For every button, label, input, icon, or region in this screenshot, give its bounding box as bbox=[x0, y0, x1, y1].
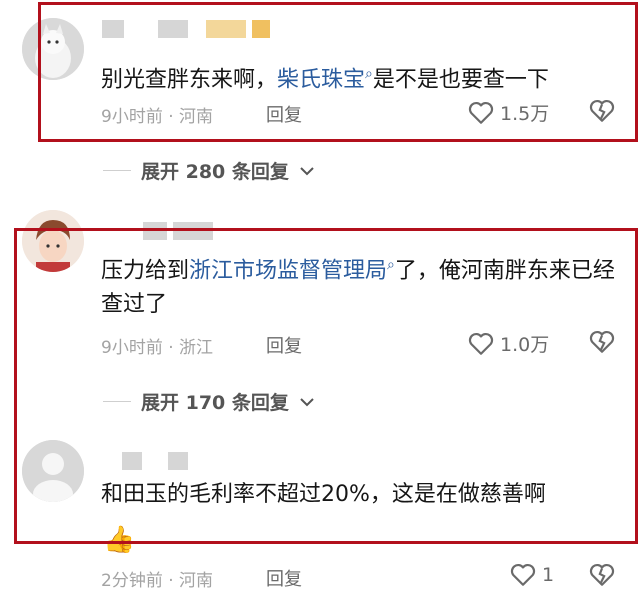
reply-button[interactable]: 回复 bbox=[266, 565, 302, 590]
broken-heart-icon bbox=[589, 563, 615, 586]
timestamp-location: 2分钟前 · 河南 bbox=[101, 571, 214, 590]
dislike-button[interactable] bbox=[589, 563, 615, 590]
like-button[interactable]: 1 bbox=[510, 563, 554, 587]
heart-icon bbox=[510, 563, 536, 586]
like-count: 1 bbox=[542, 564, 555, 586]
highlight-box-2 bbox=[14, 228, 638, 544]
highlight-box-1 bbox=[38, 2, 638, 142]
chevron-down-icon bbox=[300, 166, 314, 175]
divider-line bbox=[103, 170, 131, 171]
expand-replies-1[interactable]: 展开 280 条回复 bbox=[103, 157, 315, 184]
expand-label: 展开 280 条回复 bbox=[141, 161, 289, 183]
